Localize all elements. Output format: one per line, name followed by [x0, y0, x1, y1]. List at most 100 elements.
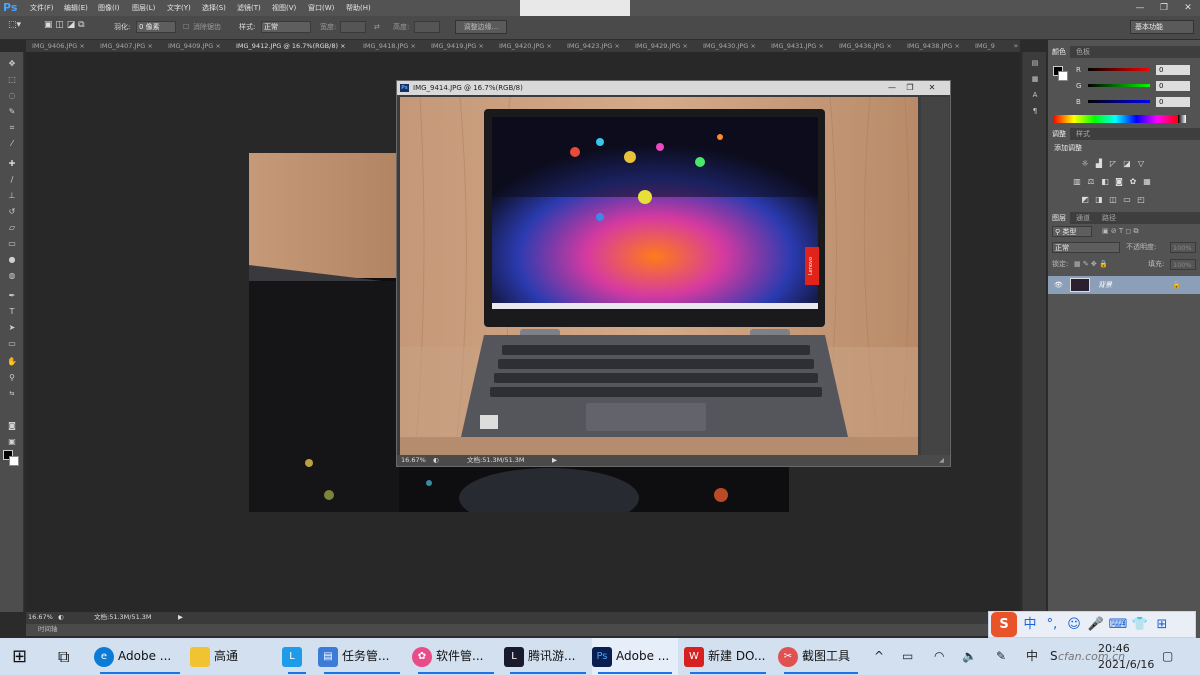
menu-view[interactable]: 视图(V) [272, 0, 296, 16]
background-color-swatch[interactable] [9, 456, 19, 466]
marquee-tool-icon[interactable]: ⬚ [5, 74, 19, 86]
sogou-logo-icon[interactable]: S [991, 612, 1017, 637]
task-view-icon[interactable]: ⧉ [58, 638, 69, 675]
ime-chinese-mode[interactable]: 中 [1019, 612, 1041, 637]
taskbar-app-edge[interactable]: e Adobe ... [94, 638, 186, 675]
close-icon[interactable]: × [478, 42, 483, 50]
tab-img-9423[interactable]: IMG_9423.JPG × [567, 40, 620, 52]
height-input[interactable] [414, 21, 440, 33]
tab-img-9438[interactable]: IMG_9438.JPG × [907, 40, 960, 52]
tab-img-9407[interactable]: IMG_9407.JPG × [100, 40, 153, 52]
dodge-tool-icon[interactable]: ◍ [5, 270, 19, 282]
float-minimize-button[interactable]: — [883, 81, 901, 95]
taskbar-app-task-manager[interactable]: ▤ 任务管... [318, 638, 406, 675]
taskbar-app-snipping[interactable]: ✂ 截图工具 [778, 638, 864, 675]
history-panel-icon[interactable]: ▤ [1029, 58, 1041, 68]
ime-indicator[interactable]: 中 [1026, 638, 1038, 675]
tab-img-9420[interactable]: IMG_9420.JPG × [499, 40, 552, 52]
minimize-button[interactable]: — [1128, 0, 1152, 16]
stamp-tool-icon[interactable]: ⊥ [5, 190, 19, 202]
exposure-icon[interactable]: ◪ [1122, 159, 1132, 168]
tab-img-9418[interactable]: IMG_9418.JPG × [363, 40, 416, 52]
floating-document-window[interactable]: Ps IMG_9414.JPG @ 16.7%(RGB/8) — ❐ ✕ Len… [396, 80, 951, 467]
vibrance-icon[interactable]: ▽ [1136, 159, 1146, 168]
lasso-tool-icon[interactable]: ◌ [5, 90, 19, 102]
resize-grip-icon[interactable]: ◢ [939, 455, 944, 466]
refine-edge-button[interactable]: 调整边缘... [455, 20, 507, 34]
taskbar-app-tencent-games[interactable]: L 腾讯游... [504, 638, 592, 675]
float-info-icon[interactable]: ◐ [433, 455, 439, 466]
tab-layers[interactable]: 图层 [1048, 212, 1070, 224]
taskbar-app-folder[interactable]: 高通 [190, 638, 276, 675]
tab-img-9409[interactable]: IMG_9409.JPG × [168, 40, 221, 52]
tab-color[interactable]: 颜色 [1048, 46, 1070, 58]
bg-color-chip[interactable] [1058, 71, 1068, 81]
tab-styles[interactable]: 样式 [1072, 128, 1094, 140]
floating-window-scroll-area[interactable] [921, 97, 949, 455]
close-icon[interactable]: × [215, 42, 220, 50]
ime-toolbox-icon[interactable]: ⊞ [1151, 612, 1173, 637]
color-balance-icon[interactable]: ⚖ [1086, 177, 1096, 186]
menu-window[interactable]: 窗口(W) [308, 0, 334, 16]
character-panel-icon[interactable]: A [1029, 90, 1041, 100]
shape-tool-icon[interactable]: ▭ [5, 338, 19, 350]
pen-icon[interactable]: ✎ [996, 638, 1006, 675]
tabs-overflow-icon[interactable]: » [1014, 40, 1018, 52]
brush-tool-icon[interactable]: ∕ [5, 174, 19, 186]
restore-button[interactable]: ❐ [1152, 0, 1176, 16]
swap-icon[interactable]: ⇄ [374, 21, 380, 33]
battery-icon[interactable]: ▭ [902, 638, 913, 675]
black-white-icon[interactable]: ◧ [1100, 177, 1110, 186]
blur-tool-icon[interactable]: ● [5, 254, 19, 266]
style-select[interactable]: 正常 [261, 21, 311, 33]
notification-icon[interactable]: ▢ [1162, 638, 1173, 675]
type-tool-icon[interactable]: T [5, 306, 19, 318]
selection-mode-icons[interactable]: ▣ ◫ ◪ ⧉ [44, 19, 85, 31]
gradient-map-icon[interactable]: ▭ [1122, 195, 1132, 204]
taskbar-app-software-manager[interactable]: ✿ 软件管... [412, 638, 500, 675]
float-restore-button[interactable]: ❐ [901, 81, 919, 95]
close-icon[interactable]: × [340, 42, 345, 50]
eyedropper-tool-icon[interactable]: ⁄ [5, 138, 19, 150]
tab-img-9436[interactable]: IMG_9436.JPG × [839, 40, 892, 52]
healing-brush-icon[interactable]: ✚ [5, 158, 19, 170]
zoom-level[interactable]: 16.67% [28, 612, 53, 623]
invert-icon[interactable]: ◩ [1080, 195, 1090, 204]
pen-tool-icon[interactable]: ✒ [5, 290, 19, 302]
layer-name[interactable]: 背景 [1098, 279, 1112, 291]
threshold-icon[interactable]: ◫ [1108, 195, 1118, 204]
float-status-menu-icon[interactable]: ▶ [552, 455, 557, 466]
tab-img-9-partial[interactable]: IMG_9 [975, 40, 995, 52]
float-zoom-level[interactable]: 16.67% [401, 455, 426, 466]
antialias-checkbox[interactable]: ☐ [183, 21, 189, 33]
quick-select-tool-icon[interactable]: ✎ [5, 106, 19, 118]
status-info-icon[interactable]: ◐ [58, 612, 64, 623]
grayscale-ramp[interactable] [1178, 115, 1186, 123]
menu-edit[interactable]: 编辑(E) [64, 0, 88, 16]
tray-overflow-icon[interactable]: ^ [874, 638, 884, 675]
move-tool-icon[interactable]: ✥ [5, 58, 19, 70]
close-icon[interactable]: × [410, 42, 415, 50]
layer-row-background[interactable]: 👁 背景 🔒 [1048, 276, 1200, 294]
menu-filter[interactable]: 滤镜(T) [237, 0, 261, 16]
brightness-icon[interactable]: ☼ [1080, 159, 1090, 168]
menu-search-field[interactable] [520, 0, 630, 16]
blend-mode-select[interactable]: 正常 [1052, 242, 1120, 253]
ime-emoji-icon[interactable]: ☺ [1063, 612, 1085, 637]
tab-img-9406[interactable]: IMG_9406.JPG × [32, 40, 85, 52]
green-value[interactable]: 0 [1156, 81, 1190, 91]
levels-icon[interactable]: ▟ [1094, 159, 1104, 168]
volume-icon[interactable]: 🔈 [962, 638, 977, 675]
blue-value[interactable]: 0 [1156, 97, 1190, 107]
green-track[interactable] [1088, 84, 1150, 87]
feather-input[interactable]: 0 像素 [136, 21, 176, 33]
curves-icon[interactable]: ◸ [1108, 159, 1118, 168]
layer-kind-filter[interactable]: ⚲ 类型 [1052, 226, 1092, 237]
photo-filter-icon[interactable]: ◙ [1114, 177, 1124, 186]
close-icon[interactable]: × [147, 42, 152, 50]
color-spectrum[interactable] [1053, 115, 1178, 123]
status-menu-icon[interactable]: ▶ [178, 612, 183, 623]
taskbar-app-l[interactable]: L [282, 638, 312, 675]
blue-slider[interactable]: B 0 [1076, 96, 1196, 108]
menu-select[interactable]: 选择(S) [202, 0, 226, 16]
